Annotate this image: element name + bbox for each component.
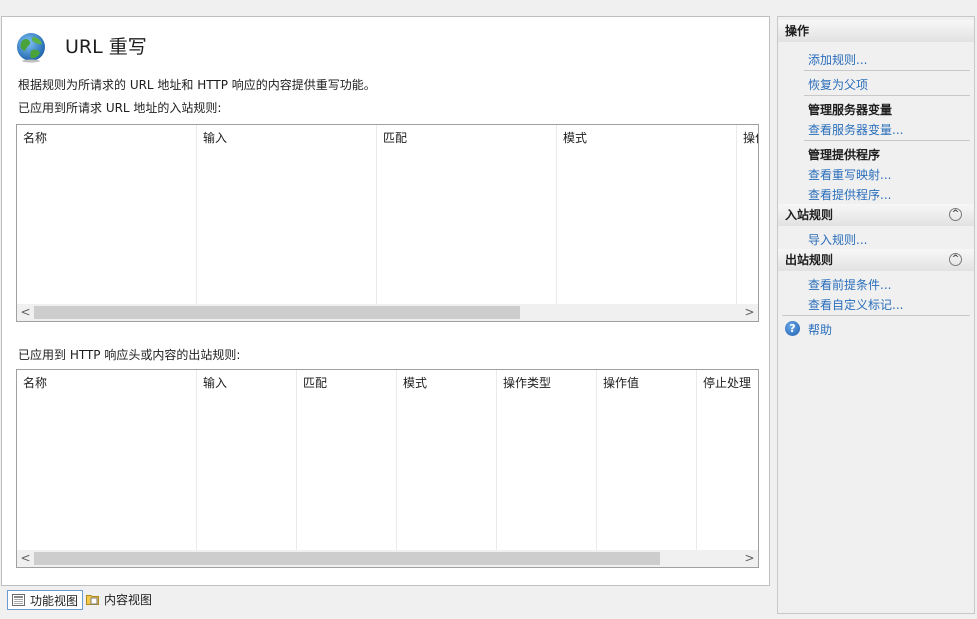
column-header-name[interactable]: 名称 (17, 125, 197, 304)
collapse-chevron-icon[interactable]: ^ (949, 253, 962, 266)
actions-header: 操作 (778, 20, 974, 42)
import-rules-link[interactable]: 导入规则... (808, 231, 867, 248)
scrollbar-thumb[interactable] (34, 306, 520, 319)
column-header-name[interactable]: 名称 (17, 370, 197, 550)
column-header-action[interactable]: 操作 (737, 125, 758, 304)
outbound-rules-label: 已应用到 HTTP 响应头或内容的出站规则: (18, 348, 241, 362)
scroll-right-arrow-icon[interactable]: > (741, 550, 758, 567)
column-header-action-type[interactable]: 操作类型 (497, 370, 597, 550)
feature-description: 根据规则为所请求的 URL 地址和 HTTP 响应的内容提供重写功能。 (18, 78, 376, 92)
column-header-match[interactable]: 匹配 (377, 125, 557, 304)
outbound-rules-section-header[interactable]: 出站规则 ^ (778, 249, 974, 271)
divider (804, 95, 970, 96)
add-rule-link[interactable]: 添加规则... (808, 51, 867, 68)
url-rewrite-feature-pane: URL 重写 根据规则为所请求的 URL 地址和 HTTP 响应的内容提供重写功… (1, 16, 770, 586)
content-view-tab[interactable]: 内容视图 (82, 590, 156, 610)
view-switcher: 功能视图 内容视图 (0, 588, 775, 614)
inbound-rules-grid[interactable]: 名称 输入 匹配 模式 操作 < > (16, 124, 759, 322)
column-header-input[interactable]: 输入 (197, 125, 377, 304)
inbound-horizontal-scrollbar[interactable]: < > (17, 304, 758, 321)
outbound-horizontal-scrollbar[interactable]: < > (17, 550, 758, 567)
manage-providers-title: 管理提供程序 (808, 148, 881, 162)
column-header-stop-processing[interactable]: 停止处理 (697, 370, 758, 550)
manage-server-variables-title: 管理服务器变量 (808, 103, 893, 117)
content-view-icon (86, 595, 99, 605)
divider (804, 70, 970, 71)
outbound-rules-header-label: 出站规则 (785, 253, 834, 267)
column-header-match[interactable]: 匹配 (297, 370, 397, 550)
column-header-pattern[interactable]: 模式 (557, 125, 737, 304)
view-rewrite-maps-link[interactable]: 查看重写映射... (808, 166, 891, 183)
scrollbar-thumb[interactable] (34, 552, 660, 565)
revert-to-parent-link[interactable]: 恢复为父项 (808, 76, 868, 93)
view-server-variables-link[interactable]: 查看服务器变量... (808, 121, 903, 138)
inbound-rules-section-header[interactable]: 入站规则 ^ (778, 204, 974, 226)
column-header-input[interactable]: 输入 (197, 370, 297, 550)
scroll-right-arrow-icon[interactable]: > (741, 304, 758, 321)
column-header-action-value[interactable]: 操作值 (597, 370, 697, 550)
title-strip (0, 0, 977, 16)
features-view-tab[interactable]: 功能视图 (7, 590, 84, 610)
column-header-pattern[interactable]: 模式 (397, 370, 497, 550)
actions-pane: 操作 添加规则... 恢复为父项 管理服务器变量 查看服务器变量... 管理提供… (777, 16, 975, 614)
help-link[interactable]: 帮助 (808, 321, 832, 338)
scroll-left-arrow-icon[interactable]: < (17, 550, 34, 567)
help-icon[interactable]: ? (785, 321, 800, 336)
globe-icon (17, 33, 45, 63)
outbound-rules-grid[interactable]: 名称 输入 匹配 模式 操作类型 操作值 停止处理 < > (16, 369, 759, 568)
view-providers-link[interactable]: 查看提供程序... (808, 186, 891, 203)
view-preconditions-link[interactable]: 查看前提条件... (808, 276, 891, 293)
collapse-chevron-icon[interactable]: ^ (949, 208, 962, 221)
page-title: URL 重写 (65, 36, 147, 58)
view-custom-tags-link[interactable]: 查看自定义标记... (808, 296, 903, 313)
inbound-rules-label: 已应用到所请求 URL 地址的入站规则: (18, 101, 222, 115)
features-view-label: 功能视图 (30, 594, 79, 608)
divider (782, 315, 970, 316)
content-view-label: 内容视图 (104, 593, 153, 607)
divider (804, 140, 970, 141)
scroll-left-arrow-icon[interactable]: < (17, 304, 34, 321)
inbound-rules-header-label: 入站规则 (785, 208, 834, 222)
features-view-icon (12, 594, 25, 606)
